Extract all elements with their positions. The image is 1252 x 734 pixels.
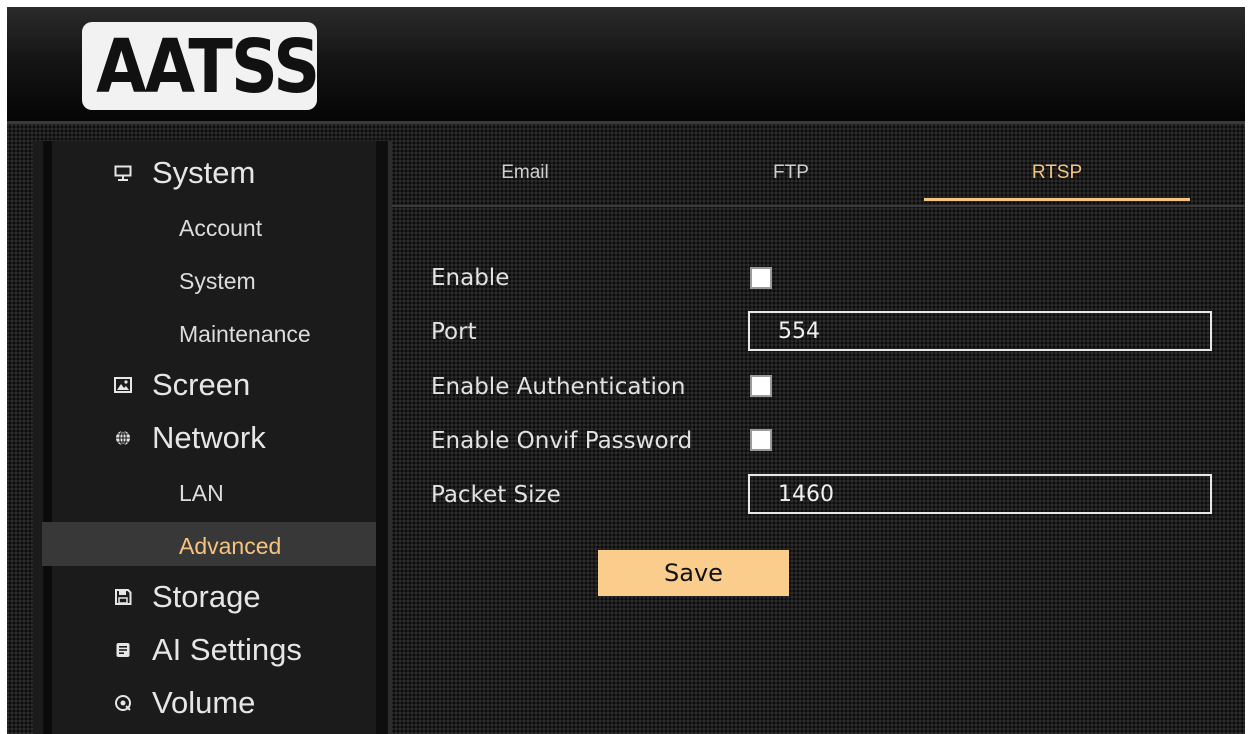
tab-label: Email <box>501 162 549 183</box>
sidebar-item-label: System <box>152 155 256 190</box>
port-label: Port <box>431 319 477 345</box>
sidebar-item-screen[interactable]: Screen <box>42 363 376 407</box>
enable-checkbox[interactable] <box>750 267 772 289</box>
content-divider <box>388 141 392 734</box>
enable-authentication-label: Enable Authentication <box>431 374 686 400</box>
sidebar-item-label: Maintenance <box>179 321 311 347</box>
content-panel: Email FTP RTSP Enable Port Enable Authen… <box>388 141 1245 734</box>
app-window: AATSS System Account System Maintenance … <box>7 7 1245 734</box>
sidebar-item-system-settings[interactable]: System <box>42 257 376 301</box>
enable-label: Enable <box>431 265 510 291</box>
sidebar-item-network[interactable]: Network <box>42 416 376 460</box>
tab-label: FTP <box>773 162 809 183</box>
tab-email[interactable]: Email <box>392 141 658 205</box>
sidebar-item-label: Screen <box>152 367 251 402</box>
enable-onvif-password-label: Enable Onvif Password <box>431 428 693 454</box>
ai-chip-icon <box>114 642 132 658</box>
sidebar: System Account System Maintenance Screen… <box>33 141 389 734</box>
sidebar-item-lan[interactable]: LAN <box>42 469 376 513</box>
sidebar-item-account[interactable]: Account <box>42 204 376 248</box>
image-icon <box>114 377 132 393</box>
sidebar-item-label: Storage <box>152 579 261 614</box>
sidebar-item-storage[interactable]: Storage <box>42 575 376 619</box>
globe-icon <box>114 430 132 446</box>
sidebar-item-label: LAN <box>179 480 224 506</box>
tab-rtsp[interactable]: RTSP <box>924 141 1190 205</box>
enable-onvif-password-checkbox[interactable] <box>750 429 772 451</box>
sidebar-item-advanced[interactable]: Advanced <box>42 522 376 566</box>
volume-disc-icon <box>114 695 132 711</box>
save-button[interactable]: Save <box>598 550 789 596</box>
header-bar: AATSS <box>7 7 1245 121</box>
sidebar-item-label: System <box>179 268 256 294</box>
enable-authentication-checkbox[interactable] <box>750 375 772 397</box>
sidebar-item-volume[interactable]: Volume <box>42 681 376 725</box>
port-input[interactable] <box>748 311 1212 351</box>
sidebar-item-maintenance[interactable]: Maintenance <box>42 310 376 354</box>
logo-text: AATSS <box>96 24 317 110</box>
packet-size-input[interactable] <box>748 474 1212 514</box>
sidebar-item-label: Account <box>179 215 263 241</box>
main-area: System Account System Maintenance Screen… <box>7 124 1245 734</box>
sidebar-item-label: Advanced <box>179 533 282 559</box>
packet-size-label: Packet Size <box>431 482 561 508</box>
brand-logo: AATSS <box>82 22 317 110</box>
floppy-disk-icon <box>114 589 132 605</box>
tab-bar: Email FTP RTSP <box>392 141 1245 205</box>
sidebar-item-label: AI Settings <box>152 632 302 667</box>
sidebar-item-label: Network <box>152 420 266 455</box>
tab-bar-divider <box>392 205 1245 207</box>
sidebar-item-ai-settings[interactable]: AI Settings <box>42 628 376 672</box>
tab-ftp[interactable]: FTP <box>658 141 924 205</box>
tab-label: RTSP <box>1031 162 1083 183</box>
monitor-icon <box>114 165 132 181</box>
active-tab-indicator <box>924 198 1190 201</box>
sidebar-item-system[interactable]: System <box>42 151 376 195</box>
sidebar-item-label: Volume <box>152 685 256 720</box>
